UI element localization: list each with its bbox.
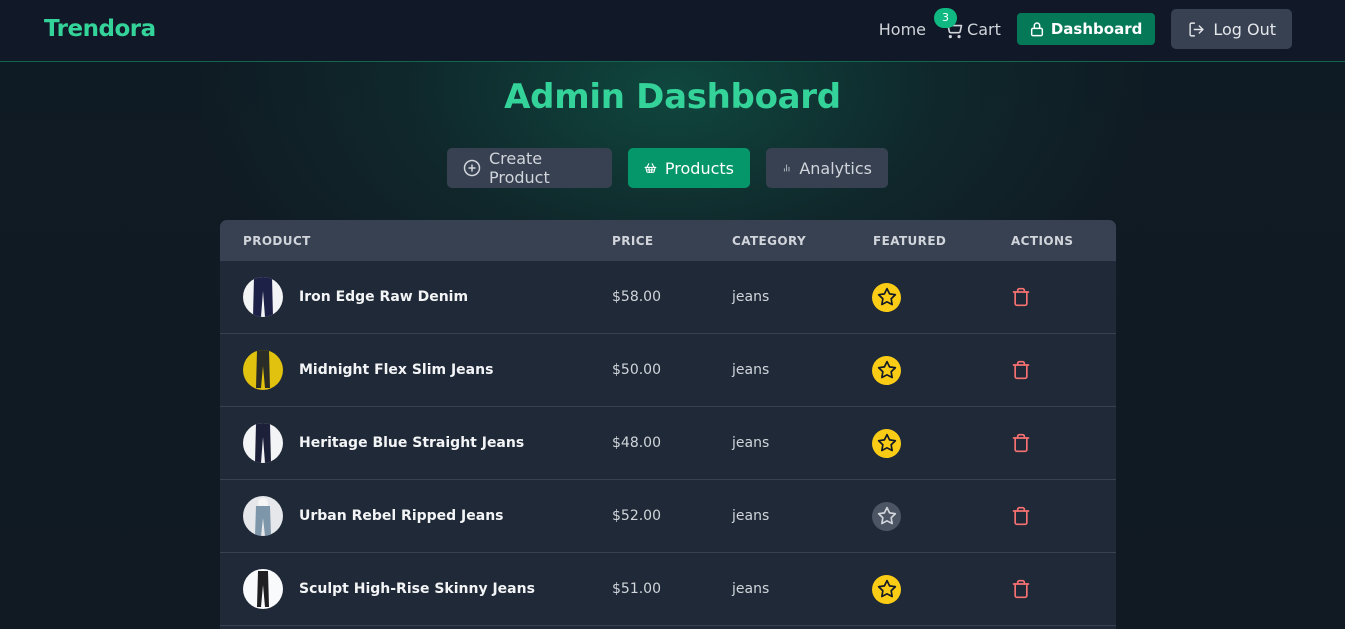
nav-home-link[interactable]: Home: [879, 20, 926, 39]
table-row: Iron Edge Raw Denim $58.00 jeans: [220, 261, 1116, 334]
column-header-actions: ACTIONS: [1011, 234, 1074, 248]
column-header-category: CATEGORY: [732, 234, 807, 248]
product-image: [243, 350, 283, 390]
nav-links: Home 3 Cart Dashboard Log Out: [879, 7, 1292, 49]
jeans-thumbnail: [255, 498, 271, 536]
product-name: Iron Edge Raw Denim: [299, 289, 469, 305]
products-table: PRODUCT PRICE CATEGORY FEATURED ACTIONS …: [220, 220, 1116, 629]
dashboard-label: Dashboard: [1050, 20, 1143, 38]
shopping-basket-icon: [644, 163, 657, 173]
featured-toggle[interactable]: [872, 355, 901, 385]
star-icon: [877, 287, 896, 306]
product-price: $51.00: [612, 581, 661, 597]
star-icon: [877, 360, 896, 379]
product-cell: Midnight Flex Slim Jeans: [243, 334, 493, 406]
trash-icon[interactable]: [1011, 287, 1031, 307]
star-icon: [877, 433, 896, 452]
dashboard-tabs: Create Product Products Analytics: [447, 148, 888, 188]
column-header-featured: FEATURED: [873, 234, 947, 248]
jeans-thumbnail: [256, 350, 270, 388]
trash-icon[interactable]: [1011, 433, 1031, 453]
product-image: [243, 277, 283, 317]
product-category: jeans: [732, 289, 770, 305]
jeans-thumbnail: [257, 571, 269, 607]
product-cell: Urban Rebel Ripped Jeans: [243, 480, 504, 552]
trash-icon[interactable]: [1011, 579, 1031, 599]
product-category: jeans: [732, 508, 770, 524]
product-price: $48.00: [612, 435, 661, 451]
product-price: $50.00: [612, 362, 661, 378]
plus-circle-icon: [463, 159, 481, 177]
nav-cart-link[interactable]: 3 Cart: [934, 7, 1001, 39]
trash-icon[interactable]: [1011, 506, 1031, 526]
star-icon: [877, 506, 896, 525]
featured-toggle[interactable]: [872, 282, 901, 312]
trash-icon[interactable]: [1011, 360, 1031, 380]
tab-products-label: Products: [664, 158, 734, 178]
table-row: Urban Rebel Ripped Jeans $52.00 jeans: [220, 480, 1116, 553]
bar-chart-icon: [783, 164, 790, 172]
table-row: Midnight Flex Slim Jeans $50.00 jeans: [220, 334, 1116, 407]
featured-toggle[interactable]: [872, 501, 901, 531]
column-header-product: PRODUCT: [243, 234, 311, 248]
lock-icon: [1030, 22, 1043, 37]
tab-create-product[interactable]: Create Product: [447, 148, 612, 188]
tab-analytics-label: Analytics: [799, 158, 872, 178]
column-header-price: PRICE: [612, 234, 654, 248]
product-category: jeans: [732, 581, 770, 597]
product-name: Sculpt High-Rise Skinny Jeans: [299, 581, 535, 597]
table-row: Sculpt High-Rise Skinny Jeans $51.00 jea…: [220, 553, 1116, 626]
table-row: Heritage Blue Straight Jeans $48.00 jean…: [220, 407, 1116, 480]
product-image: [243, 569, 283, 609]
dashboard-button[interactable]: Dashboard: [1016, 13, 1156, 45]
product-category: jeans: [732, 362, 770, 378]
cart-label: Cart: [967, 19, 1001, 39]
product-cell: Sculpt High-Rise Skinny Jeans: [243, 553, 535, 625]
logout-label: Log Out: [1213, 19, 1276, 39]
tab-products[interactable]: Products: [628, 148, 750, 188]
jeans-thumbnail: [253, 277, 273, 317]
cart-count-badge: 3: [934, 7, 958, 28]
product-image: [243, 423, 283, 463]
featured-toggle[interactable]: [872, 574, 901, 604]
logout-button[interactable]: Log Out: [1171, 9, 1292, 49]
product-name: Midnight Flex Slim Jeans: [299, 362, 494, 378]
product-price: $58.00: [612, 289, 661, 305]
product-cell: Iron Edge Raw Denim: [243, 261, 468, 333]
product-cell: Heritage Blue Straight Jeans: [243, 407, 524, 479]
brand-logo[interactable]: Trendora: [44, 16, 156, 42]
table-header: PRODUCT PRICE CATEGORY FEATURED ACTIONS: [220, 220, 1116, 261]
tab-create-product-label: Create Product: [488, 149, 550, 187]
product-price: $52.00: [612, 508, 661, 524]
product-category: jeans: [732, 435, 770, 451]
tab-analytics[interactable]: Analytics: [766, 148, 888, 188]
jeans-thumbnail: [255, 423, 271, 463]
featured-toggle[interactable]: [872, 428, 901, 458]
star-icon: [877, 579, 896, 598]
page-title: Admin Dashboard: [504, 77, 841, 117]
navbar: Trendora Home 3 Cart Dashboard Log Out: [0, 0, 1345, 62]
product-name: Heritage Blue Straight Jeans: [299, 435, 525, 451]
product-name: Urban Rebel Ripped Jeans: [299, 508, 504, 524]
product-image: [243, 496, 283, 536]
logout-icon: [1189, 21, 1204, 37]
